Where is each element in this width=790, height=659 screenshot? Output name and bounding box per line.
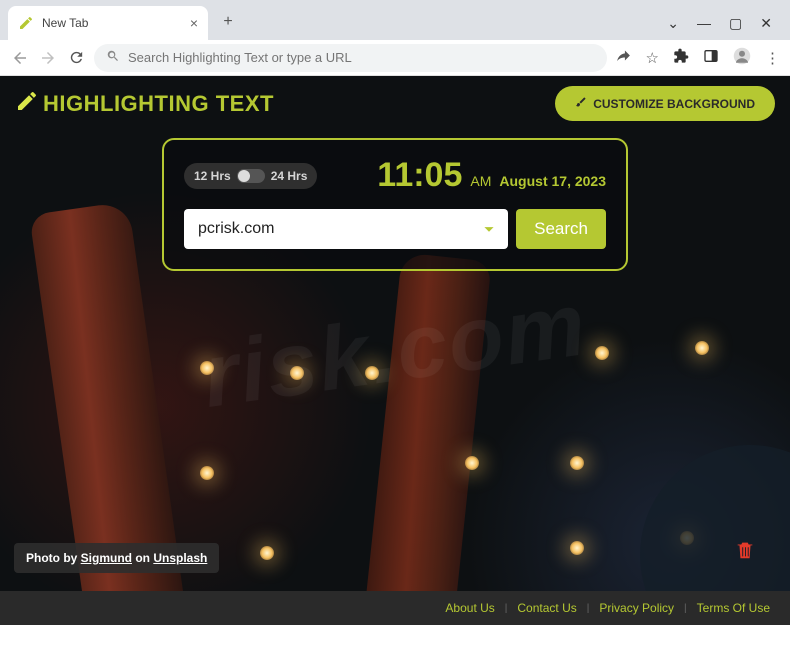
clock-time: 11:05 xyxy=(377,156,462,195)
tab-title: New Tab xyxy=(42,16,182,30)
reload-button[interactable] xyxy=(66,48,86,68)
trash-icon[interactable] xyxy=(734,539,756,567)
pencil-icon xyxy=(15,89,39,118)
footer-link-contact[interactable]: Contact Us xyxy=(517,601,576,615)
window-controls: ⌄ — ▢ ✕ xyxy=(667,15,790,40)
browser-tab[interactable]: New Tab × xyxy=(8,6,208,40)
toggle-switch[interactable] xyxy=(237,169,265,183)
bookmark-icon[interactable]: ☆ xyxy=(646,49,659,67)
new-tab-button[interactable]: + xyxy=(214,8,242,36)
extensions-icon[interactable] xyxy=(673,48,689,68)
twentyfour-hour-label: 24 Hrs xyxy=(271,169,308,183)
share-icon[interactable] xyxy=(615,47,632,68)
photo-credit: Photo by Sigmund on Unsplash xyxy=(14,543,219,573)
profile-icon[interactable] xyxy=(733,47,751,69)
menu-icon[interactable]: ⋮ xyxy=(765,49,780,67)
dropdown-icon[interactable] xyxy=(478,218,500,240)
minimize-icon[interactable]: — xyxy=(697,15,711,32)
maximize-icon[interactable]: ▢ xyxy=(729,15,742,32)
back-button[interactable] xyxy=(10,48,30,68)
author-link[interactable]: Sigmund xyxy=(81,551,132,565)
search-box xyxy=(184,209,508,249)
close-window-icon[interactable]: ✕ xyxy=(760,15,772,32)
paintbrush-icon xyxy=(575,96,587,111)
url-input[interactable] xyxy=(128,50,595,65)
search-button[interactable]: Search xyxy=(516,209,606,249)
footer-links: About Us | Contact Us | Privacy Policy |… xyxy=(0,591,790,625)
source-link[interactable]: Unsplash xyxy=(153,551,207,565)
search-input[interactable] xyxy=(198,220,478,238)
search-icon xyxy=(106,49,120,66)
chevron-down-icon[interactable]: ⌄ xyxy=(667,15,679,32)
forward-button[interactable] xyxy=(38,48,58,68)
browser-titlebar: New Tab × + ⌄ — ▢ ✕ xyxy=(0,0,790,40)
twelve-hour-label: 12 Hrs xyxy=(194,169,231,183)
time-format-toggle: 12 Hrs 24 Hrs xyxy=(184,163,317,189)
footer-link-terms[interactable]: Terms Of Use xyxy=(697,601,770,615)
search-widget: 12 Hrs 24 Hrs 11:05 AM August 17, 2023 S… xyxy=(162,138,628,271)
customize-background-button[interactable]: CUSTOMIZE BACKGROUND xyxy=(555,86,775,121)
footer-link-about[interactable]: About Us xyxy=(445,601,494,615)
footer-link-privacy[interactable]: Privacy Policy xyxy=(599,601,674,615)
clock-date: August 17, 2023 xyxy=(499,173,606,189)
logo-text: HIGHLIGHTING TEXT xyxy=(43,91,274,117)
pencil-icon xyxy=(18,15,34,31)
sidepanel-icon[interactable] xyxy=(703,48,719,68)
address-bar[interactable] xyxy=(94,44,607,72)
clock-ampm: AM xyxy=(470,173,491,189)
newtab-content: risk.com HIGHLIGHTING TEXT CUSTOMIZE BAC… xyxy=(0,76,790,625)
extension-logo: HIGHLIGHTING TEXT xyxy=(15,89,274,118)
browser-toolbar: ☆ ⋮ xyxy=(0,40,790,76)
close-icon[interactable]: × xyxy=(190,15,198,31)
